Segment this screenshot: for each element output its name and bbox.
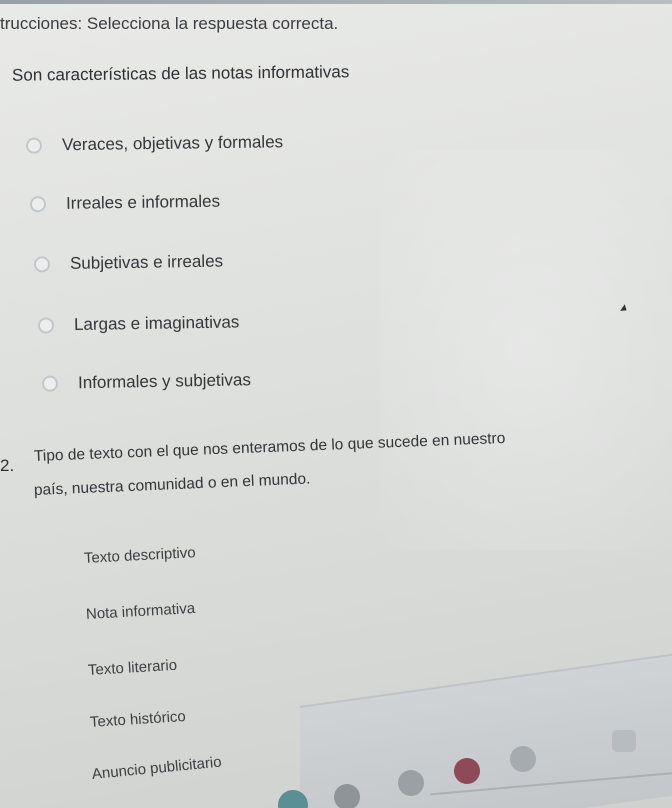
screen-glare	[380, 150, 672, 550]
app-icon-gray-2[interactable]	[398, 770, 424, 796]
question-2-text-line-2: país, nuestra comunidad o en el mundo.	[33, 470, 311, 499]
mouse-cursor-icon	[620, 304, 629, 314]
radio-button[interactable]	[33, 256, 51, 273]
q2-option-1[interactable]: Texto descriptivo	[84, 544, 196, 567]
q2-option-4[interactable]: Texto histórico	[89, 708, 186, 731]
q1-option-3[interactable]: Subjetivas e irreales	[33, 251, 224, 275]
q2-option-2[interactable]: Nota informativa	[86, 600, 196, 623]
option-label: Irreales e informales	[65, 191, 221, 213]
option-label: Veraces, objetivas y formales	[61, 132, 284, 155]
q1-option-1[interactable]: Veraces, objetivas y formales	[25, 132, 284, 156]
q1-option-4[interactable]: Largas e imaginativas	[37, 312, 240, 335]
quiz-screen: trucciones: Selecciona la respuesta corr…	[0, 0, 672, 808]
radio-button[interactable]	[37, 317, 55, 334]
app-icon-red[interactable]	[454, 758, 480, 784]
q1-option-2[interactable]: Irreales e informales	[29, 191, 221, 215]
option-label: Largas e imaginativas	[73, 312, 240, 335]
question-2-number: 2.	[0, 456, 15, 475]
question-2-text-line-1: Tipo de texto con el que nos enteramos d…	[33, 429, 506, 465]
question-1-title: Son características de las notas informa…	[11, 62, 350, 85]
q1-option-5[interactable]: Informales y subjetivas	[41, 370, 252, 394]
app-icon-gray[interactable]	[334, 784, 360, 808]
instructions-text: trucciones: Selecciona la respuesta corr…	[0, 14, 339, 33]
q2-option-5[interactable]: Anuncio publicitario	[91, 754, 222, 783]
radio-button[interactable]	[25, 137, 43, 154]
option-label: Subjetivas e irreales	[69, 251, 224, 273]
q2-option-3[interactable]: Texto literario	[87, 657, 177, 679]
radio-button[interactable]	[29, 196, 47, 213]
app-icon-square[interactable]	[612, 730, 636, 752]
radio-button[interactable]	[41, 375, 59, 392]
top-bar-edge	[0, 0, 672, 4]
option-label: Informales y subjetivas	[77, 370, 252, 393]
app-icon-gray-3[interactable]	[510, 746, 536, 772]
taskbar-shelf	[300, 646, 672, 808]
